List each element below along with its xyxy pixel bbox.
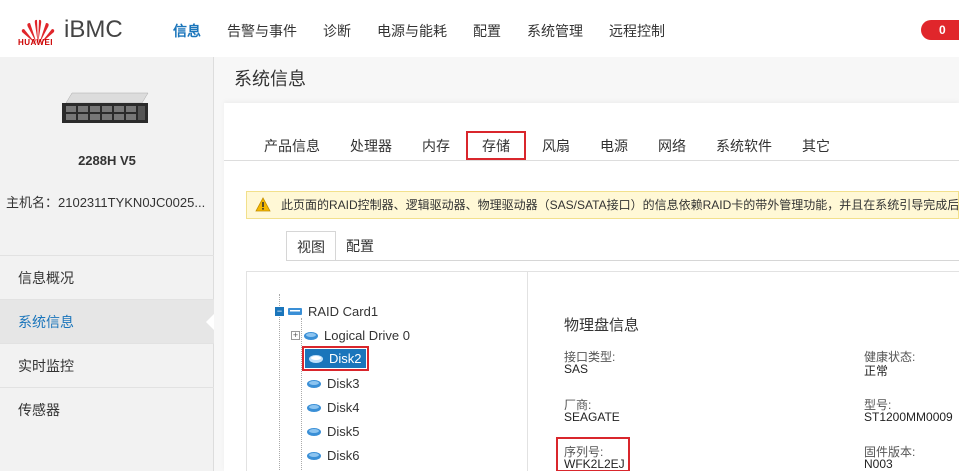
sidebar-item-system-info[interactable]: 系统信息	[0, 299, 215, 343]
drive-icon	[304, 331, 318, 340]
top-header: HUAWEI iBMC 信息 告警与事件 诊断 电源与能耗 配置 系统管理 远程…	[0, 0, 959, 62]
raid-card-icon	[288, 307, 302, 315]
serial-number-value: WFK2L2EJ	[564, 457, 625, 471]
warning-banner: 此页面的RAID控制器、逻辑驱动器、物理驱动器（SAS/SATA接口）的信息依赖…	[246, 191, 959, 219]
server-model: 2288H V5	[78, 153, 136, 168]
disk-detail-panel: 物理盘信息 接口类型: SAS 健康状态: 正常 厂商: SEAGATE 型号:…	[528, 271, 959, 471]
alert-count-badge[interactable]: 0	[921, 20, 959, 40]
tab-storage[interactable]: 存储	[466, 131, 526, 160]
sidebar-item-monitoring[interactable]: 实时监控	[0, 343, 214, 387]
storage-tree: − RAID Card1 + Logical Drive 0 Disk2 Dis…	[246, 271, 528, 471]
tree-node-disk5[interactable]: Disk5	[307, 424, 360, 439]
expand-icon[interactable]: +	[291, 331, 300, 340]
sidebar-item-sensors[interactable]: 传感器	[0, 387, 214, 431]
nav-item-remote-control[interactable]: 远程控制	[596, 0, 678, 62]
tree-label: Disk4	[327, 400, 360, 415]
warning-text: 此页面的RAID控制器、逻辑驱动器、物理驱动器（SAS/SATA接口）的信息依赖…	[281, 198, 959, 212]
vendor-value: SEAGATE	[564, 410, 620, 424]
nav-item-alarms[interactable]: 告警与事件	[214, 0, 310, 62]
tree-label: Disk2	[329, 351, 362, 366]
collapse-icon[interactable]: −	[275, 307, 284, 316]
tree-node-disk6[interactable]: Disk6	[307, 448, 360, 463]
subtab-view[interactable]: 视图	[286, 231, 336, 261]
page-title: 系统信息	[234, 69, 306, 89]
nav-item-config[interactable]: 配置	[460, 0, 514, 62]
tab-network[interactable]: 网络	[644, 131, 700, 160]
nav-item-system-management[interactable]: 系统管理	[514, 0, 596, 62]
subtab-divider	[286, 260, 959, 261]
brand-title: iBMC	[64, 16, 123, 43]
main-nav: 信息 告警与事件 诊断 电源与能耗 配置 系统管理 远程控制	[160, 0, 678, 62]
tree-label: Disk6	[327, 448, 360, 463]
tree-label: RAID Card1	[308, 304, 379, 319]
tree-label: Logical Drive 0	[324, 328, 410, 343]
warning-icon	[255, 197, 271, 212]
firmware-version-value: N003	[864, 457, 893, 471]
disk-icon	[307, 451, 321, 460]
logo-wordmark: HUAWEI	[18, 38, 53, 47]
disk-icon	[307, 379, 321, 388]
host-name: 主机名：2102311TYKN0JC0025...	[6, 195, 206, 210]
main-area: 系统信息 产品信息 处理器 内存 存储 风扇 电源 网络 系统软件 其它 此页面…	[214, 57, 959, 471]
nav-item-power[interactable]: 电源与能耗	[364, 0, 460, 62]
tab-system-software[interactable]: 系统软件	[702, 131, 786, 160]
interface-type-value: SAS	[564, 362, 589, 376]
tab-power[interactable]: 电源	[586, 131, 642, 160]
nav-item-diagnostics[interactable]: 诊断	[310, 0, 364, 62]
subtab-config[interactable]: 配置	[336, 231, 384, 261]
content-card: 产品信息 处理器 内存 存储 风扇 电源 网络 系统软件 其它 此页面的RAID…	[224, 103, 959, 471]
disk-icon	[307, 403, 321, 412]
tab-other[interactable]: 其它	[788, 131, 844, 160]
disk-icon	[309, 354, 323, 363]
tree-label: Disk5	[327, 424, 360, 439]
model-value: ST1200MM0009	[864, 410, 953, 424]
tree-node-logical-drive[interactable]: + Logical Drive 0	[291, 328, 410, 343]
tab-product-info[interactable]: 产品信息	[250, 131, 334, 160]
side-menu: 信息概况 系统信息 实时监控 传感器	[0, 255, 215, 431]
view-subtabs: 视图 配置	[286, 231, 384, 261]
tree-guide-line	[279, 294, 280, 471]
tree-node-raid-card[interactable]: − RAID Card1	[275, 304, 378, 319]
tree-node-disk3[interactable]: Disk3	[307, 376, 360, 391]
tab-memory[interactable]: 内存	[408, 131, 464, 160]
server-image	[62, 92, 149, 123]
tab-fan[interactable]: 风扇	[528, 131, 584, 160]
info-tabs: 产品信息 处理器 内存 存储 风扇 电源 网络 系统软件 其它	[224, 131, 959, 161]
detail-title: 物理盘信息	[564, 317, 640, 334]
sidebar-item-overview[interactable]: 信息概况	[0, 255, 214, 299]
tree-node-disk4[interactable]: Disk4	[307, 400, 360, 415]
health-status-value: 正常	[864, 364, 889, 378]
tab-processor[interactable]: 处理器	[336, 131, 406, 160]
tree-node-disk2[interactable]: Disk2	[302, 346, 369, 371]
tree-label: Disk3	[327, 376, 360, 391]
sidebar: 2288H V5 主机名：2102311TYKN0JC0025... 信息概况 …	[0, 57, 215, 471]
nav-item-info[interactable]: 信息	[160, 0, 214, 62]
disk-icon	[307, 427, 321, 436]
